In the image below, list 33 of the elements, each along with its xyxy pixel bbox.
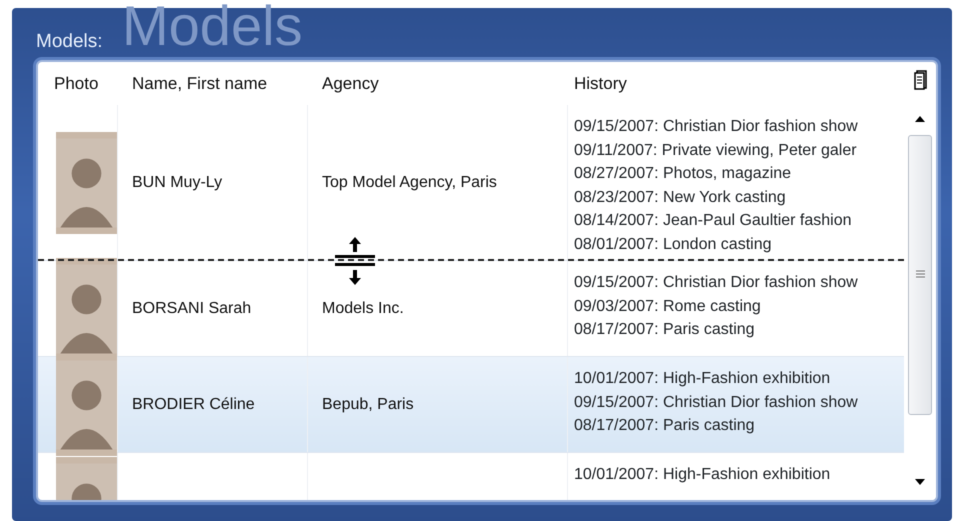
column-header[interactable]: Name, First name [132, 74, 268, 93]
history-entry: 09/15/2007: Christian Dior fashion show [574, 273, 858, 293]
history-entry: 08/27/2007: Photos, magazine [574, 164, 792, 184]
history-entry: 10/01/2007: High-Fashion exhibition [574, 369, 830, 389]
scroll-down-icon[interactable] [914, 478, 926, 486]
group-label: Models: [36, 30, 103, 54]
table-row[interactable]: 10/01/2007: High-Fashion exhibition [38, 453, 904, 500]
history-entry: 08/17/2007: Paris casting [574, 320, 755, 340]
column-header[interactable]: Agency [322, 74, 379, 93]
history-entry: 09/15/2007: Christian Dior fashion show [574, 117, 858, 137]
agency-name: Top Model Agency, Paris [322, 172, 497, 192]
history-entry: 10/01/2007: High-Fashion exhibition [574, 465, 830, 485]
model-name: BRODIER Céline [132, 394, 255, 414]
column-header[interactable]: History [574, 74, 627, 93]
selected-row[interactable]: BRODIER Céline Bepub, Paris 10/01/2007: High-Fashion exhibition 09/15/2007: Christian Dior fashion show 08/17/2007: Paris casting [38, 357, 904, 453]
column-chooser-icon[interactable] [914, 70, 928, 90]
column-header[interactable]: Photo [54, 74, 98, 93]
scroll-up-icon[interactable] [914, 115, 926, 123]
model-name: BUN Muy-Ly [132, 172, 222, 192]
history-entry: 08/01/2007: London casting [574, 234, 772, 254]
backdrop-title: Models [122, 0, 303, 54]
agency-name: Models Inc. [322, 298, 404, 318]
scrollbar-thumb[interactable] [908, 135, 932, 415]
agency-name: Bepub, Paris [322, 394, 414, 414]
history-entry: 09/15/2007: Christian Dior fashion show [574, 392, 858, 412]
history-entry: 08/14/2007: Jean-Paul Gaultier fashion [574, 211, 852, 231]
history-entry: 08/23/2007: New York casting [574, 188, 786, 208]
history-entry: 09/11/2007: Private viewing, Peter galer [574, 140, 857, 160]
grip-icon [916, 270, 925, 278]
row-resize-cursor-icon [334, 235, 376, 287]
model-name: BORSANI Sarah [132, 298, 252, 318]
history-entry: 08/17/2007: Paris casting [574, 416, 755, 436]
history-entry: 09/03/2007: Rome casting [574, 296, 761, 316]
